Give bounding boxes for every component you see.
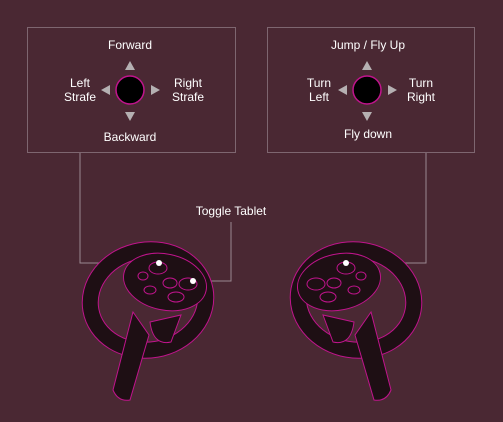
arrow-down-icon	[125, 112, 135, 121]
arrow-down-icon	[362, 112, 372, 121]
left-stick-circle	[115, 75, 145, 105]
controller-diagram	[79, 61, 427, 401]
arrow-up-icon	[362, 61, 372, 70]
marker-toggle-tablet	[190, 278, 196, 284]
right-stick-circle	[352, 75, 382, 105]
arrow-right-icon	[151, 85, 160, 95]
marker-thumbstick-right	[343, 260, 349, 266]
right-thumbstick	[338, 61, 397, 121]
arrow-left-icon	[101, 85, 110, 95]
arrow-left-icon	[338, 85, 347, 95]
right-controller-icon	[289, 241, 423, 401]
left-thumbstick	[101, 61, 160, 121]
left-controller-icon	[81, 241, 215, 401]
marker-thumbstick-left	[156, 260, 162, 266]
arrow-right-icon	[388, 85, 397, 95]
arrow-up-icon	[125, 61, 135, 70]
